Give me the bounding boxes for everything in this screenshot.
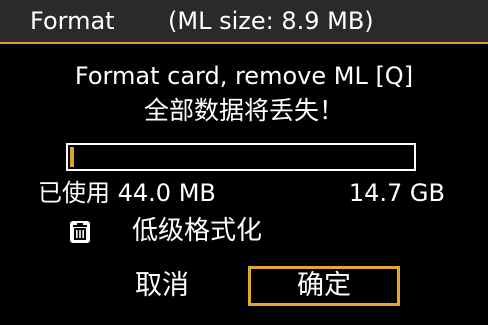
data-loss-warning: 全部数据将丢失！ xyxy=(143,96,344,125)
card-usage-bar xyxy=(66,143,416,171)
card-usage-fill xyxy=(70,147,74,167)
page-title: Format xyxy=(30,7,115,35)
cancel-button[interactable]: 取消 xyxy=(112,266,212,306)
low-level-format-option[interactable]: 低级格式化 xyxy=(132,214,262,248)
format-message: Format card, remove ML [Q] xyxy=(74,62,414,90)
used-space-label: 已使用 44.0 MB xyxy=(38,179,216,207)
ml-size-label: (ML size: 8.9 MB) xyxy=(168,7,374,35)
header-bar: Format (ML size: 8.9 MB) xyxy=(0,0,488,44)
total-capacity-label: 14.7 GB xyxy=(348,179,445,207)
trash-icon xyxy=(70,221,90,243)
ok-button[interactable]: 确定 xyxy=(248,266,400,306)
